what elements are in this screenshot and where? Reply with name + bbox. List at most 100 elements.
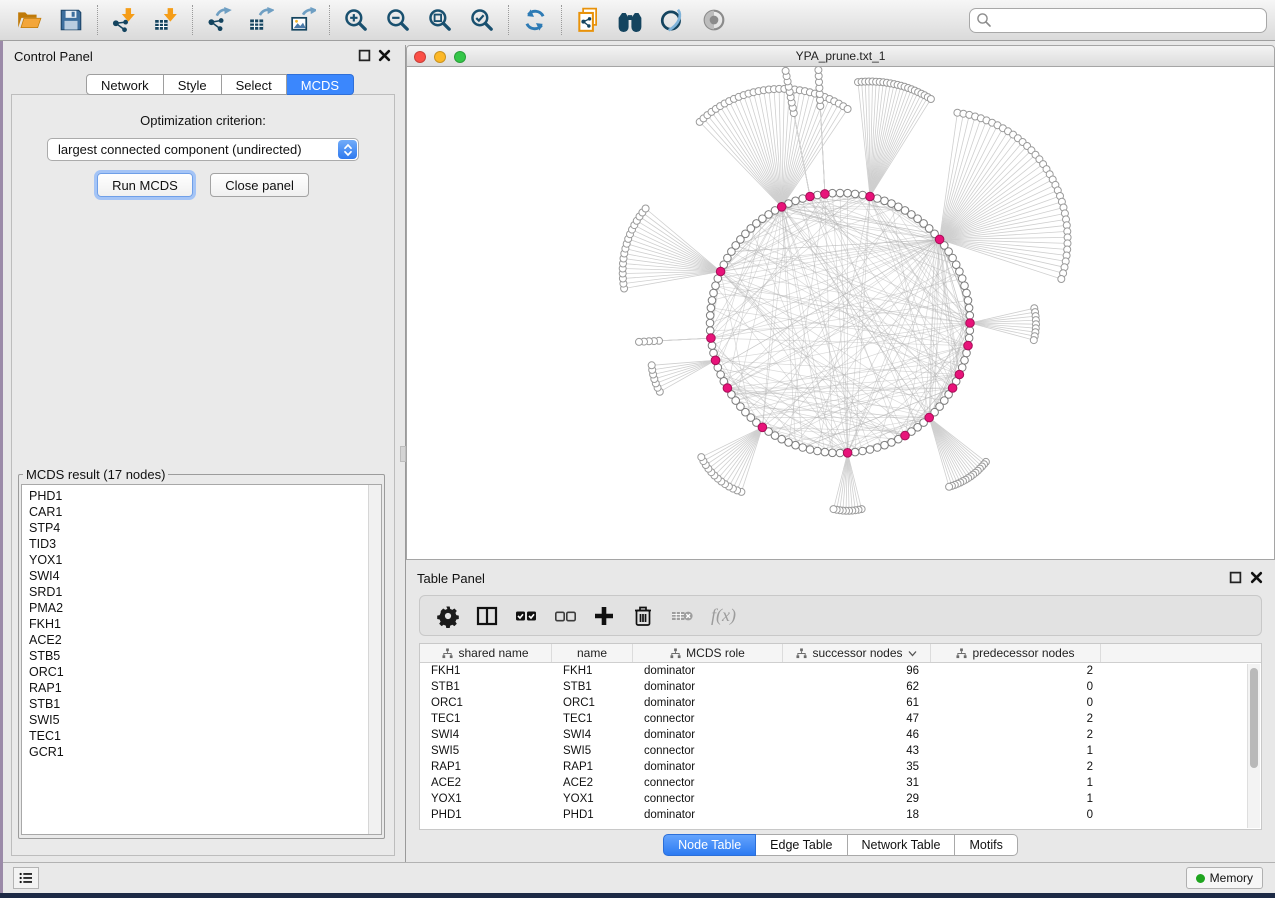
table-row[interactable]: ACE2ACE2connector311: [420, 775, 1261, 791]
table-cell: 31: [783, 775, 931, 791]
table-cell: PHD1: [420, 807, 552, 823]
memory-status-icon: [1196, 874, 1205, 883]
mcds-result-item[interactable]: ORC1: [29, 664, 367, 680]
tab-mcds[interactable]: MCDS: [287, 74, 354, 95]
table-row[interactable]: YOX1YOX1connector291: [420, 791, 1261, 807]
mcds-result-item[interactable]: TID3: [29, 536, 367, 552]
table-cell: TEC1: [420, 711, 552, 727]
table-row[interactable]: RAP1RAP1dominator352: [420, 759, 1261, 775]
float-table-panel-icon[interactable]: [1229, 571, 1242, 584]
window-minimize-traffic-light[interactable]: [434, 51, 446, 63]
run-mcds-button[interactable]: Run MCDS: [97, 173, 193, 197]
show-columns-icon: [475, 616, 499, 631]
tab-select[interactable]: Select: [222, 74, 287, 95]
refresh-button[interactable]: [520, 5, 550, 35]
table-row[interactable]: PHD1PHD1dominator180: [420, 807, 1261, 823]
table-row[interactable]: SWI4SWI4dominator462: [420, 727, 1261, 743]
close-panel-icon[interactable]: [378, 49, 391, 62]
table-scrollbar-thumb[interactable]: [1250, 668, 1258, 768]
import-network-from-file-button[interactable]: [109, 5, 139, 35]
mcds-result-item[interactable]: FKH1: [29, 616, 367, 632]
delete-rows-button[interactable]: [631, 604, 655, 628]
table-row[interactable]: ORC1ORC1dominator610: [420, 695, 1261, 711]
export-network-button[interactable]: [204, 5, 234, 35]
select-all-rows-icon: [514, 616, 538, 631]
table-row[interactable]: FKH1FKH1dominator962: [420, 663, 1261, 679]
tab-motifs[interactable]: Motifs: [955, 834, 1017, 856]
window-close-traffic-light[interactable]: [414, 51, 426, 63]
select-all-rows-button[interactable]: [514, 604, 538, 628]
unselect-all-rows-button[interactable]: [553, 604, 577, 628]
mcds-result-item[interactable]: STB1: [29, 696, 367, 712]
window-zoom-traffic-light[interactable]: [454, 51, 466, 63]
float-panel-icon[interactable]: [358, 49, 371, 62]
column-header-predecessor-nodes[interactable]: predecessor nodes: [931, 644, 1101, 662]
clone-network-button[interactable]: [573, 5, 603, 35]
shared-column-icon: [796, 648, 807, 659]
export-image-button[interactable]: [288, 5, 318, 35]
add-row-button[interactable]: [592, 604, 616, 628]
column-header-MCDS-role[interactable]: MCDS role: [633, 644, 783, 662]
network-canvas[interactable]: [406, 67, 1275, 560]
table-cell: 0: [931, 807, 1101, 823]
table-cell: SWI4: [420, 727, 552, 743]
column-header-successor-nodes[interactable]: successor nodes: [783, 644, 931, 662]
mcds-result-item[interactable]: SWI4: [29, 568, 367, 584]
memory-button[interactable]: Memory: [1186, 867, 1263, 889]
mcds-action-buttons: Run MCDS Close panel: [12, 173, 394, 197]
tab-edge-table[interactable]: Edge Table: [756, 834, 847, 856]
mcds-result-item[interactable]: SRD1: [29, 584, 367, 600]
mcds-result-item[interactable]: YOX1: [29, 552, 367, 568]
mcds-result-item[interactable]: ACE2: [29, 632, 367, 648]
table-cell: 62: [783, 679, 931, 695]
mcds-result-item[interactable]: TEC1: [29, 728, 367, 744]
table-cell: SWI5: [552, 743, 633, 759]
mcds-result-item[interactable]: PHD1: [29, 488, 367, 504]
control-panel-header: Control Panel: [3, 41, 400, 71]
tab-style[interactable]: Style: [164, 74, 222, 95]
tab-network-table[interactable]: Network Table: [848, 834, 956, 856]
zoom-selected-region-button[interactable]: [467, 5, 497, 35]
mcds-list-scrollbar[interactable]: [368, 485, 381, 834]
zoom-out-icon: [385, 21, 411, 36]
export-table-button[interactable]: [246, 5, 276, 35]
show-graphics-details-button[interactable]: [699, 5, 729, 35]
mcds-result-item[interactable]: GCR1: [29, 744, 367, 760]
table-row[interactable]: TEC1TEC1connector472: [420, 711, 1261, 727]
mcds-result-item[interactable]: RAP1: [29, 680, 367, 696]
close-table-panel-icon[interactable]: [1250, 571, 1263, 584]
table-settings-button[interactable]: [436, 604, 460, 628]
search-box: [969, 8, 1267, 33]
search-network-button[interactable]: [615, 5, 645, 35]
mcds-result-item[interactable]: PMA2: [29, 600, 367, 616]
zoom-fit-content-button[interactable]: [425, 5, 455, 35]
search-input[interactable]: [969, 8, 1267, 33]
table-cell: dominator: [633, 663, 783, 679]
table-cell: dominator: [633, 807, 783, 823]
table-cell: 18: [783, 807, 931, 823]
delete-columns-button[interactable]: [670, 604, 694, 628]
close-panel-button[interactable]: Close panel: [210, 173, 309, 197]
optimization-criterion-select[interactable]: largest connected component (undirected): [47, 138, 359, 161]
open-file-button[interactable]: [14, 5, 44, 35]
zoom-out-button[interactable]: [383, 5, 413, 35]
mcds-result-item[interactable]: STB5: [29, 648, 367, 664]
task-history-button[interactable]: [13, 867, 39, 889]
table-row[interactable]: STB1STB1dominator620: [420, 679, 1261, 695]
table-cell: dominator: [633, 679, 783, 695]
first-neighbors-button[interactable]: [657, 5, 687, 35]
tab-node-table[interactable]: Node Table: [663, 834, 756, 856]
tab-network[interactable]: Network: [86, 74, 164, 95]
column-header-shared-name[interactable]: shared name: [420, 644, 552, 662]
column-header-name[interactable]: name: [552, 644, 633, 662]
mcds-result-item[interactable]: CAR1: [29, 504, 367, 520]
save-session-button[interactable]: [56, 5, 86, 35]
mcds-result-item[interactable]: STP4: [29, 520, 367, 536]
list-icon: [16, 870, 36, 886]
table-row[interactable]: SWI5SWI5connector431: [420, 743, 1261, 759]
zoom-in-button[interactable]: [341, 5, 371, 35]
show-columns-button[interactable]: [475, 604, 499, 628]
mcds-result-item[interactable]: SWI5: [29, 712, 367, 728]
import-table-from-file-button[interactable]: [151, 5, 181, 35]
table-panel-header: Table Panel: [406, 563, 1275, 593]
